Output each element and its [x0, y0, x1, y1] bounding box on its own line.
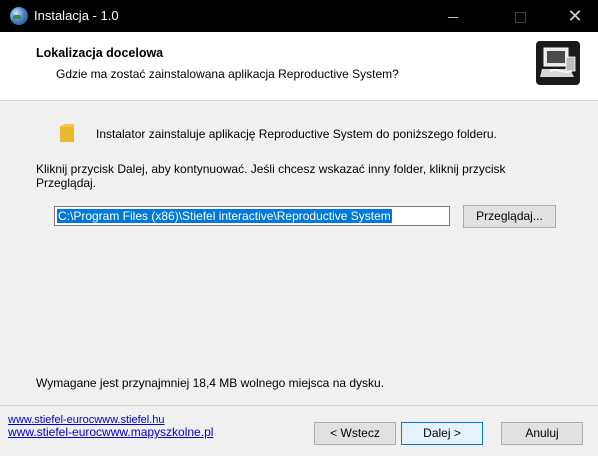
folder-icon: [60, 124, 74, 142]
installer-window: Instalacja - 1.0 ✕ Lokalizacja docelowa …: [0, 0, 598, 456]
install-info-text: Instalator zainstaluje aplikację Reprodu…: [96, 127, 497, 141]
window-title: Instalacja - 1.0: [34, 8, 119, 23]
next-button[interactable]: Dalej >: [401, 422, 483, 445]
back-button[interactable]: < Wstecz: [314, 422, 396, 445]
page-title: Lokalizacja docelowa: [36, 46, 164, 60]
globe-icon: [10, 7, 28, 25]
close-icon: ✕: [567, 6, 583, 26]
disk-space-text: Wymagane jest przynajmniej 18,4 MB wolne…: [36, 376, 385, 390]
maximize-button[interactable]: [497, 0, 543, 32]
computer-install-icon: [536, 41, 580, 85]
minimize-button[interactable]: [430, 0, 476, 32]
page-header: Lokalizacja docelowa Gdzie ma zostać zai…: [0, 32, 598, 101]
title-bar[interactable]: Instalacja - 1.0 ✕: [0, 0, 598, 32]
footer-link-2[interactable]: www.stiefel-eurocwww.mapyszkolne.pl: [8, 425, 213, 439]
destination-path-input[interactable]: C:\Program Files (x86)\Stiefel interacti…: [54, 206, 450, 226]
minimize-icon: [448, 16, 458, 18]
maximize-icon: [514, 11, 526, 23]
footer-divider: [0, 405, 598, 406]
page-subtitle: Gdzie ma zostać zainstalowana aplikacja …: [56, 67, 399, 81]
cancel-button[interactable]: Anuluj: [501, 422, 583, 445]
instruction-text: Kliknij przycisk Dalej, aby kontynuować.…: [36, 162, 506, 190]
destination-path-value: C:\Program Files (x86)\Stiefel interacti…: [57, 209, 392, 223]
close-button[interactable]: ✕: [552, 0, 598, 32]
browse-button[interactable]: Przeglądaj...: [463, 205, 556, 228]
